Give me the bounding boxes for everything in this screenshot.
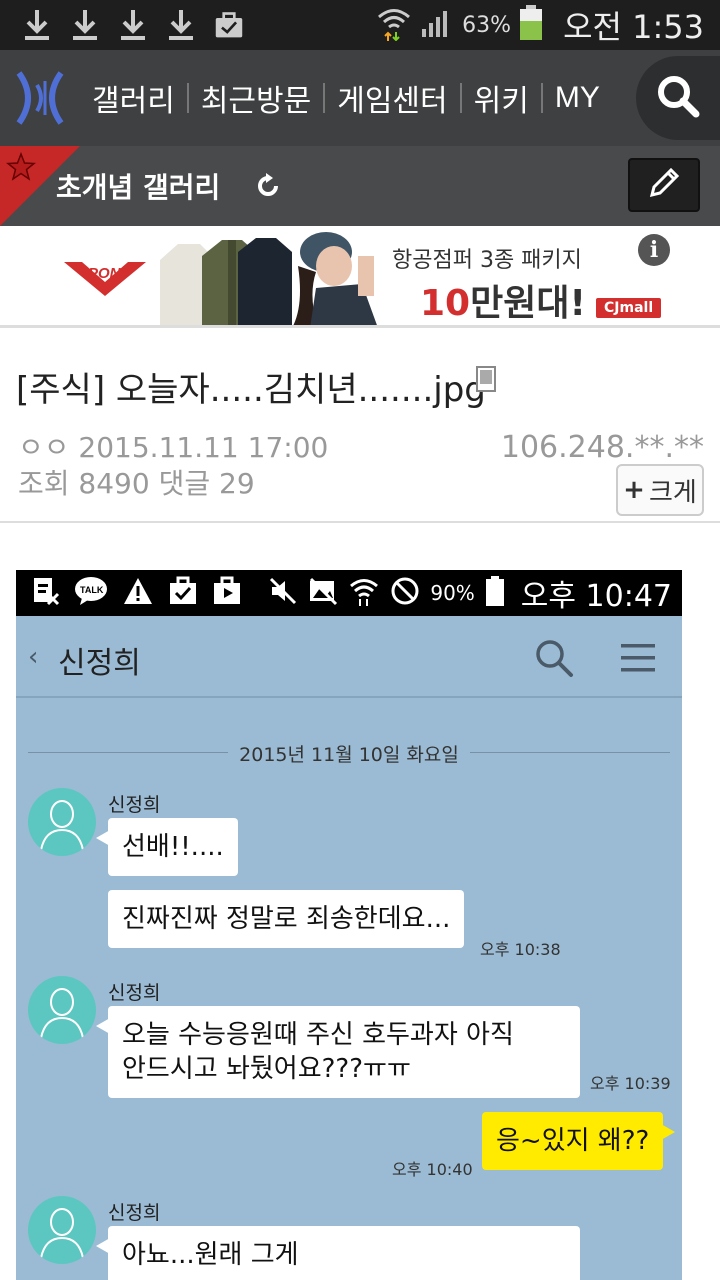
divider [0,521,720,523]
gallery-bar: 초개념 갤러리 [0,146,720,226]
download-icon [22,7,52,43]
pony-logo: PONY [62,256,148,304]
battery-icon [519,5,543,45]
nav-wiki[interactable]: 위키 [462,76,541,120]
menu-icon [620,642,656,678]
post-views-comments: 조회 8490 댓글 29 [18,467,255,500]
top-nav: 갤러리 최근방문 게임센터 위키 MY [0,50,720,146]
clipboard-check-icon [168,576,198,610]
talk-icon: TALK [74,576,108,610]
message-line: 오늘 수능응원때 주신 호두과자 아직 [122,1020,514,1050]
avatar [28,1196,96,1264]
clock: 오전 1:53 [563,8,704,46]
info-icon[interactable]: i [638,234,670,266]
back-icon: ‹ [28,642,39,672]
gallery-title[interactable]: 초개념 갤러리 [56,166,220,206]
clipboard-check-icon [214,7,244,43]
search-icon [534,638,574,682]
enlarge-label: 크게 [648,477,697,508]
date-label: 2015년 11월 10일 화요일 [239,744,459,766]
ad-price-suffix: 만원대! [470,283,586,324]
chat-header: ‹ 신정희 [16,616,682,698]
post-author-date: ㅇㅇ 2015.11.11 17:00 [18,431,329,464]
image-battery-percent: 90% [430,581,475,605]
sender-name: 신정희 [108,982,161,1004]
avatar [28,976,96,1044]
image-off-icon [308,576,338,610]
my-message-bubble: 응~있지 왜?? [482,1112,676,1170]
enlarge-button[interactable]: + 크게 [616,464,704,516]
status-bar: 63% 오전 1:53 [0,0,720,50]
nav-gallery[interactable]: 갤러리 [80,76,187,120]
wifi-icon [376,5,412,45]
image-clock: 오후 10:47 [520,579,672,614]
image-status-bar: TALK 90% 오후 10:47 [16,570,682,616]
message-line: 아뇨...원래 그게 [122,1240,299,1270]
nav-my[interactable]: MY [543,81,612,115]
message-bubble: 진짜진짜 정말로 죄송한데요... [108,890,465,948]
write-button[interactable] [628,158,700,212]
message-line: 안드시고 놔뒀어요???ㅠㅠ [122,1054,411,1084]
sender-name: 신정희 [108,794,161,816]
message-bubble: 선배!!.... [96,818,238,876]
ad-price-number: 10 [420,283,471,324]
nav-game-center[interactable]: 게임센터 [325,76,459,120]
wifi-icon [348,575,380,611]
chat-contact-name: 신정희 [58,646,141,681]
nav-recent[interactable]: 최근방문 [189,76,323,120]
post-title: [주식] 오늘자.....김치년.......jpg [16,370,486,410]
post-image: TALK 90% 오후 10:47 ‹ 신정희 2015년 11월 10일 화요… [16,570,682,1280]
star-icon[interactable] [5,151,37,186]
search-button[interactable] [636,56,720,140]
message-time: 오후 10:40 [392,1160,473,1179]
ad-headline: 항공점퍼 3종 패키지 [392,248,582,273]
signal-icon [420,7,454,43]
ad-price: 10만원대! [420,274,586,325]
svg-text:TALK: TALK [80,585,104,595]
search-icon [656,74,700,122]
blocked-icon [390,576,420,610]
download-icon [118,7,148,43]
post-ip: 106.248.**.** [500,430,704,465]
ad-model-image [278,226,398,325]
pencil-icon [646,165,682,205]
date-separator: 2015년 11월 10일 화요일 [28,740,670,766]
message-bubble: 오늘 수능응원때 주신 호두과자 아직 안드시고 놔뒀어요???ㅠㅠ [96,1006,580,1098]
battery-icon [485,576,505,610]
message-time: 오후 10:39 [590,1074,671,1093]
ad-brand-text: PONY [88,265,133,282]
warning-icon [122,576,154,610]
ad-banner[interactable]: PONY 항공점퍼 3종 패키지 10만원대! CJmall i [0,226,720,328]
refresh-icon[interactable] [254,172,282,204]
message-time: 오후 10:38 [480,940,561,959]
dc-logo-icon[interactable] [0,50,80,146]
download-icon [166,7,196,43]
mute-icon [268,576,298,610]
plus-icon: + [623,475,645,505]
message-bubble: 아뇨...원래 그게 [96,1226,580,1280]
sim-icon [32,576,60,610]
sender-name: 신정희 [108,1202,161,1224]
download-icon [70,7,100,43]
avatar [28,788,96,856]
clipboard-play-icon [212,576,242,610]
image-attachment-icon [476,366,496,396]
ad-mall-badge: CJmall [596,298,662,318]
battery-percent: 63% [462,12,512,38]
